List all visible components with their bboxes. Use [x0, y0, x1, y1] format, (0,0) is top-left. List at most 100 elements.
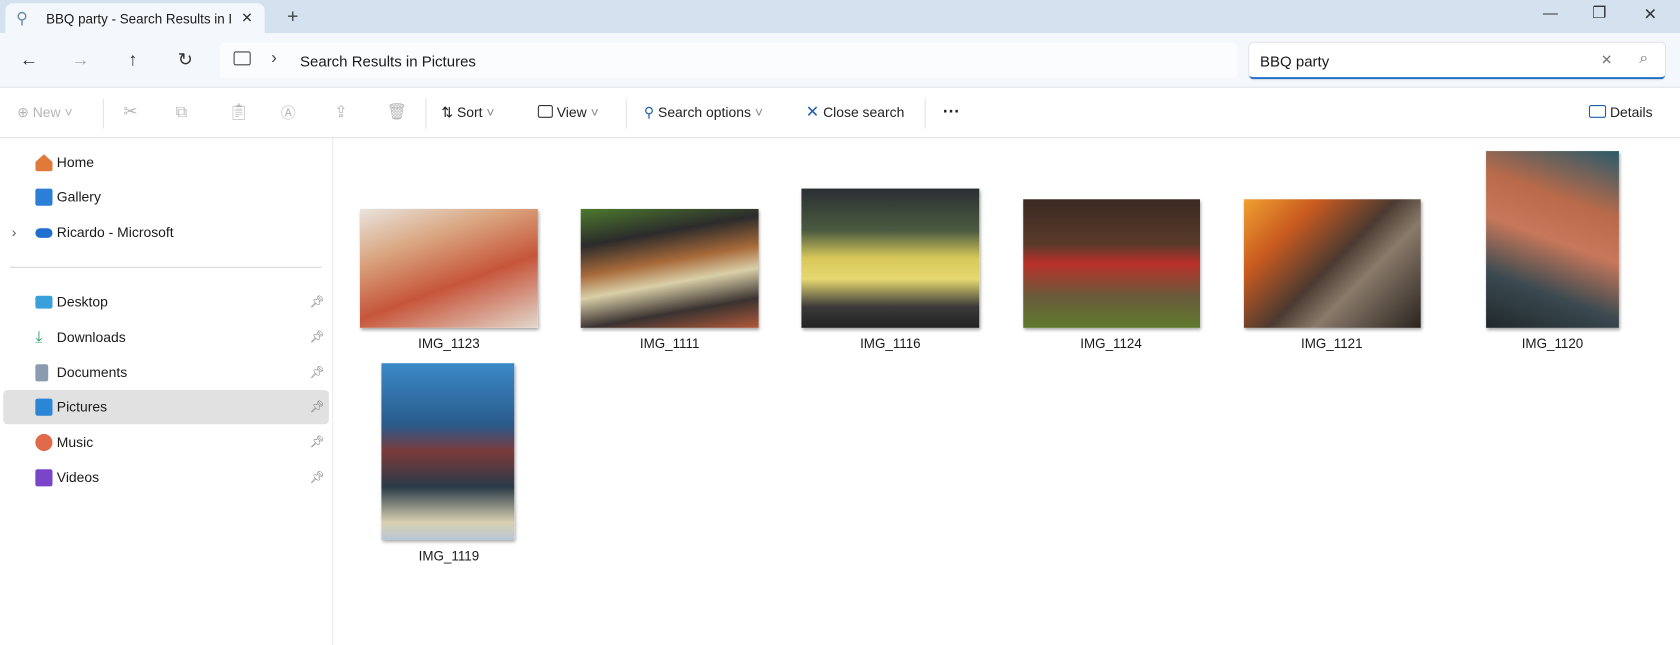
- close-search-label: Close search: [823, 103, 905, 121]
- file-name[interactable]: IMG_1119: [353, 549, 546, 564]
- breadcrumb-location[interactable]: Search Results in Pictures: [300, 53, 476, 70]
- view-button[interactable]: View ˅: [537, 88, 599, 137]
- sidebar-item-label: Home: [56, 154, 94, 171]
- navigation-bar: ← → ↑ ↻ › Search Results in Pictures BBQ…: [0, 33, 1680, 88]
- sidebar-item-onedrive[interactable]: › Ricardo - Microsoft: [3, 215, 329, 249]
- file-name[interactable]: IMG_1116: [794, 336, 987, 351]
- sidebar-item-downloads[interactable]: ⤓ Downloads 📌︎: [3, 320, 329, 354]
- view-label: View: [556, 103, 587, 121]
- up-button[interactable]: ↑: [117, 44, 149, 76]
- search-value[interactable]: BBQ party: [1260, 53, 1329, 70]
- file-thumbnail[interactable]: [580, 208, 759, 328]
- home-icon: [35, 154, 53, 172]
- file-thumbnail[interactable]: [381, 363, 515, 541]
- file-name[interactable]: IMG_1120: [1456, 336, 1649, 351]
- search-options-button[interactable]: ⚲ Search options ˅: [644, 88, 763, 137]
- navigation-pane: Home Gallery › Ricardo - Microsoft Deskto…: [0, 138, 334, 645]
- title-bar: ⚲ BBQ party - Search Results in I ✕ + — …: [0, 0, 1680, 36]
- sort-button[interactable]: ⇅ Sort ˅: [441, 88, 494, 137]
- file-thumbnail[interactable]: [1486, 151, 1619, 328]
- cut-icon[interactable]: ✂: [123, 88, 137, 137]
- search-options-label: Search options: [658, 103, 751, 121]
- search-options-icon: ⚲: [643, 103, 655, 121]
- pin-icon[interactable]: 📌︎: [310, 356, 325, 390]
- divider: [102, 98, 104, 129]
- view-icon: [537, 105, 553, 118]
- close-icon: ✕: [805, 102, 820, 122]
- new-label: New: [32, 103, 61, 121]
- details-pane-icon: [1588, 105, 1607, 118]
- file-name[interactable]: IMG_1124: [1015, 336, 1208, 351]
- documents-icon: [35, 364, 49, 382]
- tab-title: BBQ party - Search Results in I: [46, 11, 233, 27]
- gallery-icon: [35, 188, 53, 206]
- file-name[interactable]: IMG_1111: [573, 336, 766, 351]
- back-button[interactable]: ←: [13, 44, 45, 76]
- divider: [425, 98, 427, 129]
- sidebar-item-label: Gallery: [56, 188, 101, 205]
- search-icon[interactable]: ⌕: [1639, 49, 1648, 67]
- sidebar-item-desktop[interactable]: Desktop 📌︎: [3, 285, 329, 319]
- sidebar-item-label: Videos: [56, 469, 100, 486]
- details-label: Details: [1609, 103, 1653, 121]
- new-button[interactable]: ⊕ New ˅: [17, 88, 72, 137]
- forward-button[interactable]: →: [64, 44, 96, 76]
- expand-chevron-icon[interactable]: ›: [12, 215, 17, 249]
- sidebar-item-music[interactable]: Music 📌︎: [3, 425, 329, 459]
- pin-icon[interactable]: 📌︎: [310, 461, 325, 495]
- onedrive-icon: [35, 228, 53, 238]
- file-thumbnail[interactable]: [360, 208, 538, 328]
- sidebar-item-label: Desktop: [56, 293, 108, 310]
- computer-icon: [233, 51, 251, 66]
- file-thumbnail[interactable]: [1023, 199, 1201, 328]
- pin-icon[interactable]: 📌︎: [310, 390, 325, 424]
- file-thumbnail[interactable]: [1243, 199, 1421, 328]
- sidebar-item-label: Ricardo - Microsoft: [56, 223, 174, 241]
- close-window-button[interactable]: ✕: [1644, 4, 1657, 23]
- music-icon: [35, 433, 53, 452]
- clear-search-icon[interactable]: ✕: [1601, 51, 1613, 68]
- pictures-icon: [35, 398, 53, 416]
- sidebar-item-documents[interactable]: Documents 📌︎: [3, 356, 329, 390]
- sidebar-item-label: Downloads: [56, 328, 126, 346]
- pin-icon[interactable]: 📌︎: [310, 425, 325, 459]
- file-thumbnail[interactable]: [801, 188, 980, 328]
- close-tab-icon[interactable]: ✕: [241, 10, 253, 27]
- restore-button[interactable]: ❐: [1592, 3, 1606, 22]
- sidebar-item-label: Pictures: [56, 398, 108, 415]
- sidebar-item-label: Documents: [56, 364, 128, 381]
- divider: [625, 98, 627, 129]
- copy-icon[interactable]: ⧉: [176, 88, 187, 137]
- close-search-button[interactable]: ✕ Close search: [806, 88, 905, 137]
- address-bar[interactable]: › Search Results in Pictures: [219, 42, 1238, 79]
- sidebar-item-label: Music: [56, 433, 94, 451]
- search-icon: ⚲: [16, 9, 28, 28]
- file-name[interactable]: IMG_1123: [353, 336, 546, 351]
- search-input[interactable]: BBQ party ✕ ⌕: [1249, 42, 1666, 80]
- breadcrumb-separator[interactable]: ›: [271, 49, 277, 68]
- sidebar-item-home[interactable]: Home: [3, 146, 329, 180]
- downloads-icon: ⤓: [35, 327, 43, 347]
- videos-icon: [35, 469, 53, 487]
- more-options-button[interactable]: ···: [943, 88, 960, 137]
- pin-icon[interactable]: 📌︎: [310, 285, 325, 319]
- share-icon[interactable]: ⇪: [334, 88, 347, 137]
- command-bar: ⊕ New ˅ ✂ ⧉ 📋︎ Ⓐ ⇪ 🗑︎ ⇅ Sort ˅ View ˅ ⚲ …: [0, 87, 1680, 139]
- desktop-icon: [35, 295, 53, 309]
- details-button[interactable]: Details: [1588, 88, 1653, 137]
- paste-icon[interactable]: 📋︎: [228, 88, 248, 137]
- divider: [9, 266, 322, 268]
- sidebar-item-videos[interactable]: Videos 📌︎: [3, 461, 329, 495]
- sort-icon: ⇅: [441, 103, 454, 121]
- rename-icon[interactable]: Ⓐ: [281, 88, 296, 137]
- refresh-button[interactable]: ↻: [169, 44, 201, 76]
- sort-label: Sort: [456, 103, 483, 121]
- sidebar-item-gallery[interactable]: Gallery: [3, 180, 329, 214]
- tab-active[interactable]: ⚲ BBQ party - Search Results in I ✕: [5, 3, 265, 36]
- delete-icon[interactable]: 🗑︎: [387, 88, 407, 137]
- new-tab-button[interactable]: +: [287, 5, 298, 28]
- minimize-button[interactable]: —: [1543, 4, 1558, 21]
- sidebar-item-pictures[interactable]: Pictures 📌︎: [3, 390, 329, 425]
- pin-icon[interactable]: 📌︎: [310, 320, 325, 354]
- file-name[interactable]: IMG_1121: [1235, 336, 1428, 351]
